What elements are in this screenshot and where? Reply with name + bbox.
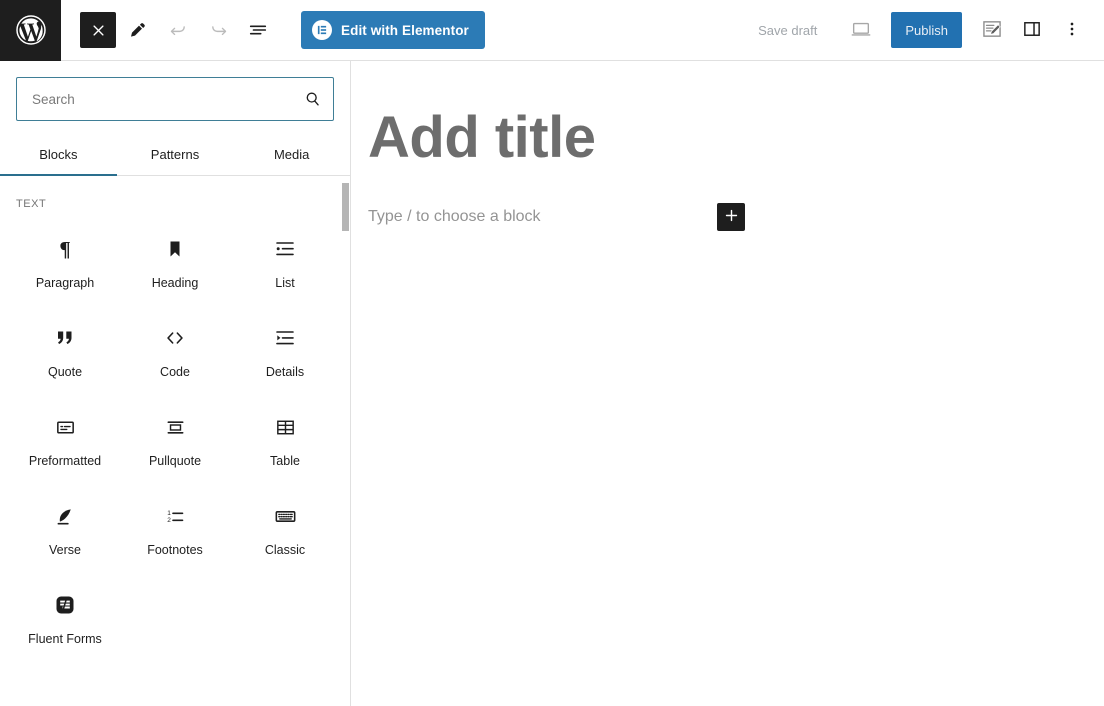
block-label: Preformatted: [28, 454, 102, 468]
block-type-grid: ¶ Paragraph Heading List Quote Code Deta…: [0, 216, 350, 661]
block-label: Quote: [47, 365, 83, 379]
angle-brackets-code-icon: [162, 325, 188, 351]
post-settings-pencil-icon: [981, 18, 1003, 43]
blocks-scroll-region: TEXT ¶ Paragraph Heading List Quote Code…: [0, 176, 350, 706]
top-bar-left-tools: Edit with Elementor: [61, 11, 485, 49]
edit-tools-button[interactable]: [120, 12, 156, 48]
block-item-verse[interactable]: Verse: [10, 487, 120, 572]
close-inserter-button[interactable]: [80, 12, 116, 48]
edit-with-elementor-button[interactable]: Edit with Elementor: [301, 11, 485, 49]
block-label: Footnotes: [147, 543, 203, 557]
plus-icon: [723, 207, 740, 227]
top-bar-right-tools: Save draft Publish: [746, 12, 1104, 48]
inserter-scrollbar-thumb[interactable]: [342, 183, 349, 231]
editor-top-bar: Edit with Elementor Save draft Publish: [0, 0, 1104, 61]
block-label: List: [275, 276, 295, 290]
block-item-heading[interactable]: Heading: [120, 220, 230, 305]
three-dots-vertical-icon: [1062, 19, 1082, 42]
block-item-classic[interactable]: Classic: [230, 487, 340, 572]
block-item-paragraph[interactable]: ¶ Paragraph: [10, 220, 120, 305]
block-label: Paragraph: [35, 276, 95, 290]
inserter-search-area: [0, 61, 350, 121]
preformatted-box-icon: [54, 414, 77, 440]
bulleted-list-icon: [273, 236, 297, 262]
svg-text:1: 1: [167, 510, 171, 517]
elementor-e-icon: [312, 20, 332, 40]
numbered-list-icon: 1 2: [163, 503, 187, 529]
search-box[interactable]: [16, 77, 334, 121]
block-label: Heading: [151, 276, 199, 290]
svg-text:2: 2: [167, 517, 171, 524]
desktop-preview-icon: [850, 18, 872, 43]
tab-blocks[interactable]: Blocks: [0, 135, 117, 176]
pullquote-lines-icon: [164, 414, 187, 440]
block-item-code[interactable]: Code: [120, 309, 230, 394]
details-disclosure-icon: [273, 325, 297, 351]
add-block-button[interactable]: [717, 203, 745, 231]
fluent-forms-icon: [53, 592, 77, 618]
search-input[interactable]: [17, 78, 333, 120]
list-view-icon: [247, 19, 269, 41]
block-label: Fluent Forms: [28, 632, 102, 646]
block-label: Pullquote: [148, 454, 202, 468]
pencil-icon: [128, 20, 148, 40]
inserter-scrollbar[interactable]: [341, 176, 350, 706]
editor-canvas: Add title Type / to choose a block: [352, 61, 1104, 706]
verse-quill-icon: [54, 503, 77, 529]
more-options-button[interactable]: [1054, 12, 1090, 48]
preview-button[interactable]: [843, 12, 879, 48]
heading-bookmark-icon: [163, 236, 187, 262]
post-content-area: Add title Type / to choose a block: [352, 61, 1104, 226]
block-item-pullquote[interactable]: Pullquote: [120, 398, 230, 483]
block-label: Verse: [49, 543, 81, 557]
wordpress-logo-button[interactable]: [0, 0, 61, 61]
block-inserter-panel: Blocks Patterns Media TEXT ¶ Paragraph: [0, 61, 351, 706]
block-item-table[interactable]: Table: [230, 398, 340, 483]
redo-button[interactable]: [200, 12, 236, 48]
sidebar-panel-icon: [1021, 18, 1043, 43]
block-label: Details: [265, 365, 305, 379]
inserter-tabs: Blocks Patterns Media: [0, 135, 350, 176]
svg-text:¶: ¶: [59, 237, 70, 261]
tab-media[interactable]: Media: [233, 135, 350, 175]
publish-button[interactable]: Publish: [891, 12, 962, 48]
undo-arrow-icon: [168, 20, 189, 41]
edit-with-elementor-label: Edit with Elementor: [341, 22, 469, 38]
toggle-sidebar-button[interactable]: [1014, 12, 1050, 48]
section-label-text: TEXT: [16, 198, 47, 210]
close-x-icon: [91, 23, 106, 38]
undo-button[interactable]: [160, 12, 196, 48]
tab-patterns[interactable]: Patterns: [117, 135, 234, 175]
save-draft-button[interactable]: Save draft: [746, 17, 829, 44]
post-settings-button[interactable]: [974, 12, 1010, 48]
wordpress-logo-icon: [15, 14, 47, 46]
block-item-list[interactable]: List: [230, 220, 340, 305]
paragraph-pilcrow-icon: ¶: [53, 236, 77, 262]
block-item-quote[interactable]: Quote: [10, 309, 120, 394]
post-title-input[interactable]: Add title: [360, 61, 1104, 170]
block-item-fluent-forms[interactable]: Fluent Forms: [10, 576, 120, 661]
block-item-details[interactable]: Details: [230, 309, 340, 394]
block-item-footnotes[interactable]: 1 2 Footnotes: [120, 487, 230, 572]
block-label: Classic: [264, 543, 306, 557]
block-item-preformatted[interactable]: Preformatted: [10, 398, 120, 483]
quotation-marks-icon: [53, 325, 77, 351]
keyboard-classic-icon: [273, 503, 298, 529]
document-overview-button[interactable]: [240, 12, 276, 48]
block-label: Code: [160, 365, 190, 379]
table-grid-icon: [274, 414, 297, 440]
redo-arrow-icon: [208, 20, 229, 41]
block-label: Table: [270, 454, 300, 468]
